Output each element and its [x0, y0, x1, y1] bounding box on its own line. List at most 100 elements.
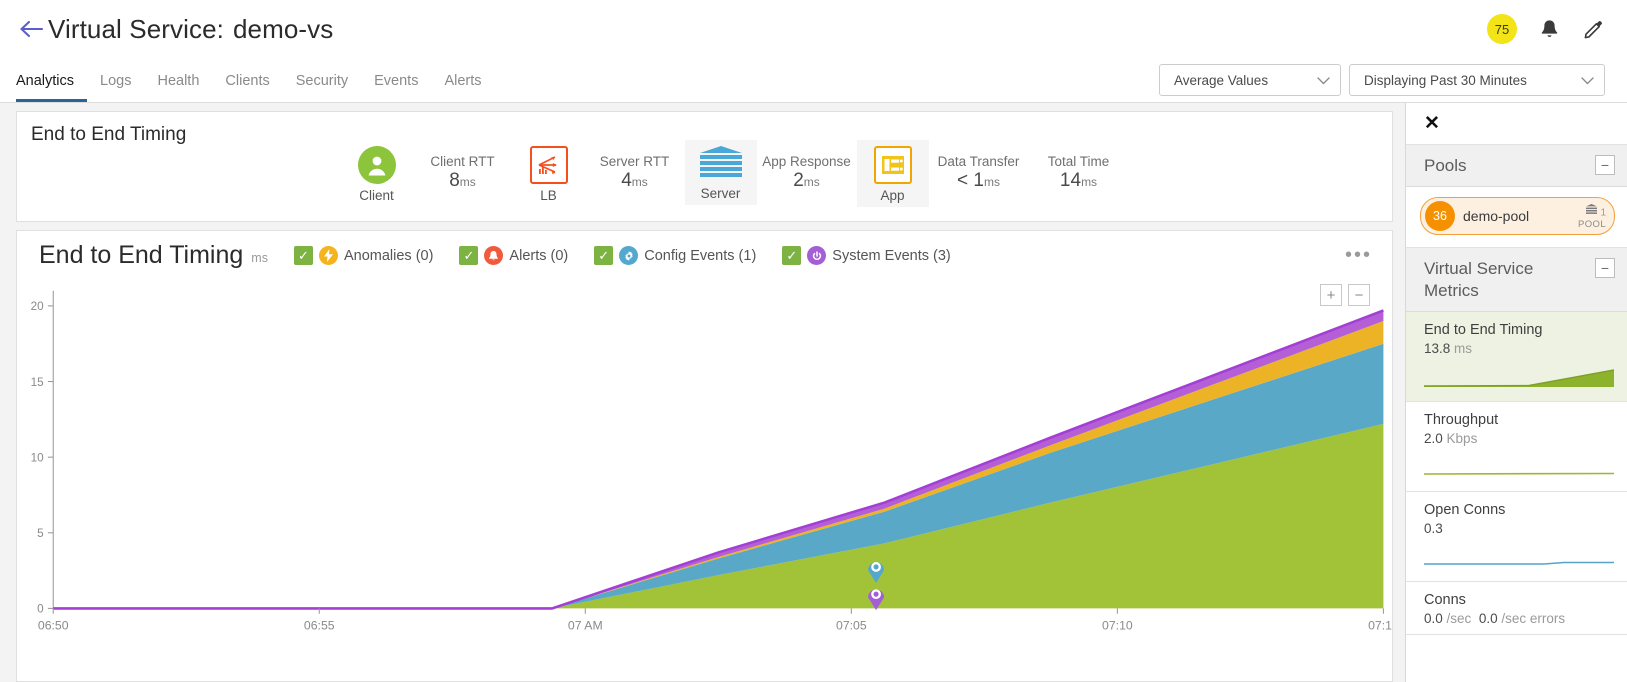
flow-node-client[interactable]: Client — [341, 140, 413, 207]
pool-type-label: POOL — [1578, 218, 1606, 230]
metric-name: Open Conns — [1424, 501, 1506, 518]
svg-text:10: 10 — [31, 451, 45, 464]
page-body: End to End Timing Client Client RTT 8ms … — [0, 103, 1627, 682]
metric-name: Throughput — [1424, 411, 1499, 428]
metric-throughput[interactable]: Throughput 2.0 Kbps — [1406, 402, 1627, 492]
chevron-down-icon — [1567, 73, 1594, 88]
tab-clients[interactable]: Clients — [212, 73, 282, 103]
flow-node-server[interactable]: Server — [684, 140, 757, 205]
svg-text:07:10: 07:10 — [1102, 619, 1133, 633]
right-sidebar: ✕ Pools − 36 demo-pool 1 POOL Virtual Se… — [1405, 103, 1627, 682]
flow-node-label: Server — [700, 186, 741, 201]
header-actions: 75 — [1487, 14, 1605, 44]
svg-text:5: 5 — [37, 527, 44, 540]
segment-value: 2ms — [757, 170, 857, 192]
sidebar-section-pools: Pools − — [1406, 145, 1627, 188]
tab-events[interactable]: Events — [361, 73, 431, 103]
anomaly-bolt-icon — [318, 246, 338, 265]
tab-analytics[interactable]: Analytics — [16, 73, 88, 102]
segment-unit: ms — [631, 175, 648, 189]
pool-server-count: 1 — [1600, 207, 1606, 219]
tab-health[interactable]: Health — [144, 73, 212, 103]
metric-conns[interactable]: Conns 0.0 /sec 0.0 /sec errors — [1406, 582, 1627, 635]
system-power-icon — [807, 246, 827, 265]
page-title-vs-name: demo-vs — [232, 13, 334, 44]
sparkline-green-line — [1423, 472, 1615, 475]
values-mode-label: Average Values — [1174, 72, 1269, 88]
metric-unit: ms — [1454, 340, 1473, 356]
sparkline-blue-line — [1424, 561, 1614, 565]
time-range-select[interactable]: Displaying Past 30 Minutes — [1349, 64, 1605, 96]
filter-config-events[interactable]: ✓ Config Events (1) — [594, 246, 756, 265]
segment-value: 14ms — [1029, 170, 1129, 192]
svg-text:06:50: 06:50 — [38, 619, 69, 633]
checkbox-checked-icon[interactable]: ✓ — [782, 246, 802, 265]
user-avatar-icon — [357, 146, 396, 184]
filter-anomalies[interactable]: ✓ Anomalies (0) — [293, 246, 434, 265]
checkbox-checked-icon[interactable]: ✓ — [459, 246, 479, 265]
server-stack-icon — [1585, 203, 1598, 220]
close-icon[interactable]: ✕ — [1424, 114, 1440, 133]
segment-data-transfer: Data Transfer < 1ms — [929, 140, 1029, 192]
minus-icon[interactable]: − — [1595, 258, 1615, 279]
svg-text:07:15: 07:15 — [1368, 619, 1392, 633]
metric-number: 2.0 — [1424, 430, 1443, 446]
pool-name: demo-pool — [1463, 208, 1530, 225]
segment-value: 4ms — [585, 170, 685, 192]
load-balancer-icon — [529, 146, 568, 184]
filter-alerts[interactable]: ✓ Alerts (0) — [459, 246, 568, 265]
chevron-down-icon — [1303, 73, 1330, 88]
flow-node-app[interactable]: App — [856, 140, 929, 207]
page-header: Virtual Service: demo-vs 75 — [0, 0, 1627, 58]
filter-system-events[interactable]: ✓ System Events (3) — [782, 246, 951, 265]
filter-label: Config Events (1) — [644, 247, 757, 264]
segment-number: < 1 — [957, 170, 984, 191]
tab-alerts[interactable]: Alerts — [431, 73, 494, 103]
values-mode-select[interactable]: Average Values — [1159, 64, 1341, 96]
time-range-label: Displaying Past 30 Minutes — [1364, 72, 1527, 88]
chart-event-filters: ✓ Anomalies (0) ✓ Alerts (0) ✓ Config Ev… — [293, 246, 951, 265]
svg-text:07:05: 07:05 — [836, 619, 867, 633]
checkbox-checked-icon[interactable]: ✓ — [293, 246, 313, 265]
metric-unit: /sec — [1446, 610, 1472, 626]
segment-unit: ms — [1081, 175, 1098, 189]
page-title-prefix: Virtual Service: — [48, 13, 224, 44]
tab-logs[interactable]: Logs — [87, 73, 144, 103]
metric-open-conns[interactable]: Open Conns 0.3 — [1406, 492, 1627, 582]
alert-bell-icon — [484, 246, 504, 265]
segment-client-rtt: Client RTT 8ms — [413, 140, 513, 192]
chart-header: End to End Timing ms ✓ Anomalies (0) ✓ A… — [17, 231, 1392, 278]
checkbox-checked-icon[interactable]: ✓ — [594, 246, 614, 265]
bell-icon[interactable] — [1537, 17, 1561, 41]
segment-unit: ms — [983, 175, 1000, 189]
zoom-out-button[interactable]: − — [1348, 284, 1370, 306]
status-badge[interactable]: 75 — [1487, 14, 1517, 44]
flow-node-lb[interactable]: LB — [513, 140, 585, 207]
stacked-area-chart[interactable]: 0 5 10 15 20 06:50 06:55 07 AM 07:05 07:10 07:15 — [17, 278, 1392, 651]
analytics-controls: Average Values Displaying Past 30 Minute… — [1159, 64, 1605, 102]
segment-name: App Response — [762, 154, 851, 169]
svg-text:20: 20 — [31, 300, 45, 313]
more-options-icon[interactable]: ••• — [1345, 244, 1378, 267]
tab-security[interactable]: Security — [283, 73, 361, 103]
metric-end-to-end-timing[interactable]: End to End Timing 13.8 ms — [1406, 311, 1627, 402]
segment-value: < 1ms — [929, 170, 1029, 192]
filter-label: System Events (3) — [832, 247, 951, 264]
tab-bar: Analytics Logs Health Clients Security E… — [0, 58, 1627, 103]
main-column: End to End Timing Client Client RTT 8ms … — [0, 103, 1405, 682]
chart-zoom-controls: + − — [1320, 284, 1370, 306]
metric-number: 0.0 — [1424, 610, 1443, 626]
sidebar-close-row: ✕ — [1406, 103, 1627, 145]
minus-icon[interactable]: − — [1595, 155, 1615, 175]
app-window-icon — [873, 146, 912, 184]
filter-label: Anomalies (0) — [343, 247, 434, 264]
metric-unit: Kbps — [1446, 430, 1478, 446]
arrow-left-icon[interactable] — [14, 12, 48, 46]
pool-list: 36 demo-pool 1 POOL — [1406, 187, 1627, 249]
chart-plot-area: + − 0 5 10 15 20 06:50 06:55 07 AM 07:05 07:10 07:… — [17, 278, 1392, 681]
zoom-in-button[interactable]: + — [1320, 284, 1342, 306]
pool-item-demo-pool[interactable]: 36 demo-pool 1 POOL — [1420, 197, 1615, 236]
metric-value: 0.3 — [1424, 521, 1613, 536]
pencil-icon[interactable] — [1581, 17, 1605, 41]
svg-text:0: 0 — [37, 603, 44, 616]
